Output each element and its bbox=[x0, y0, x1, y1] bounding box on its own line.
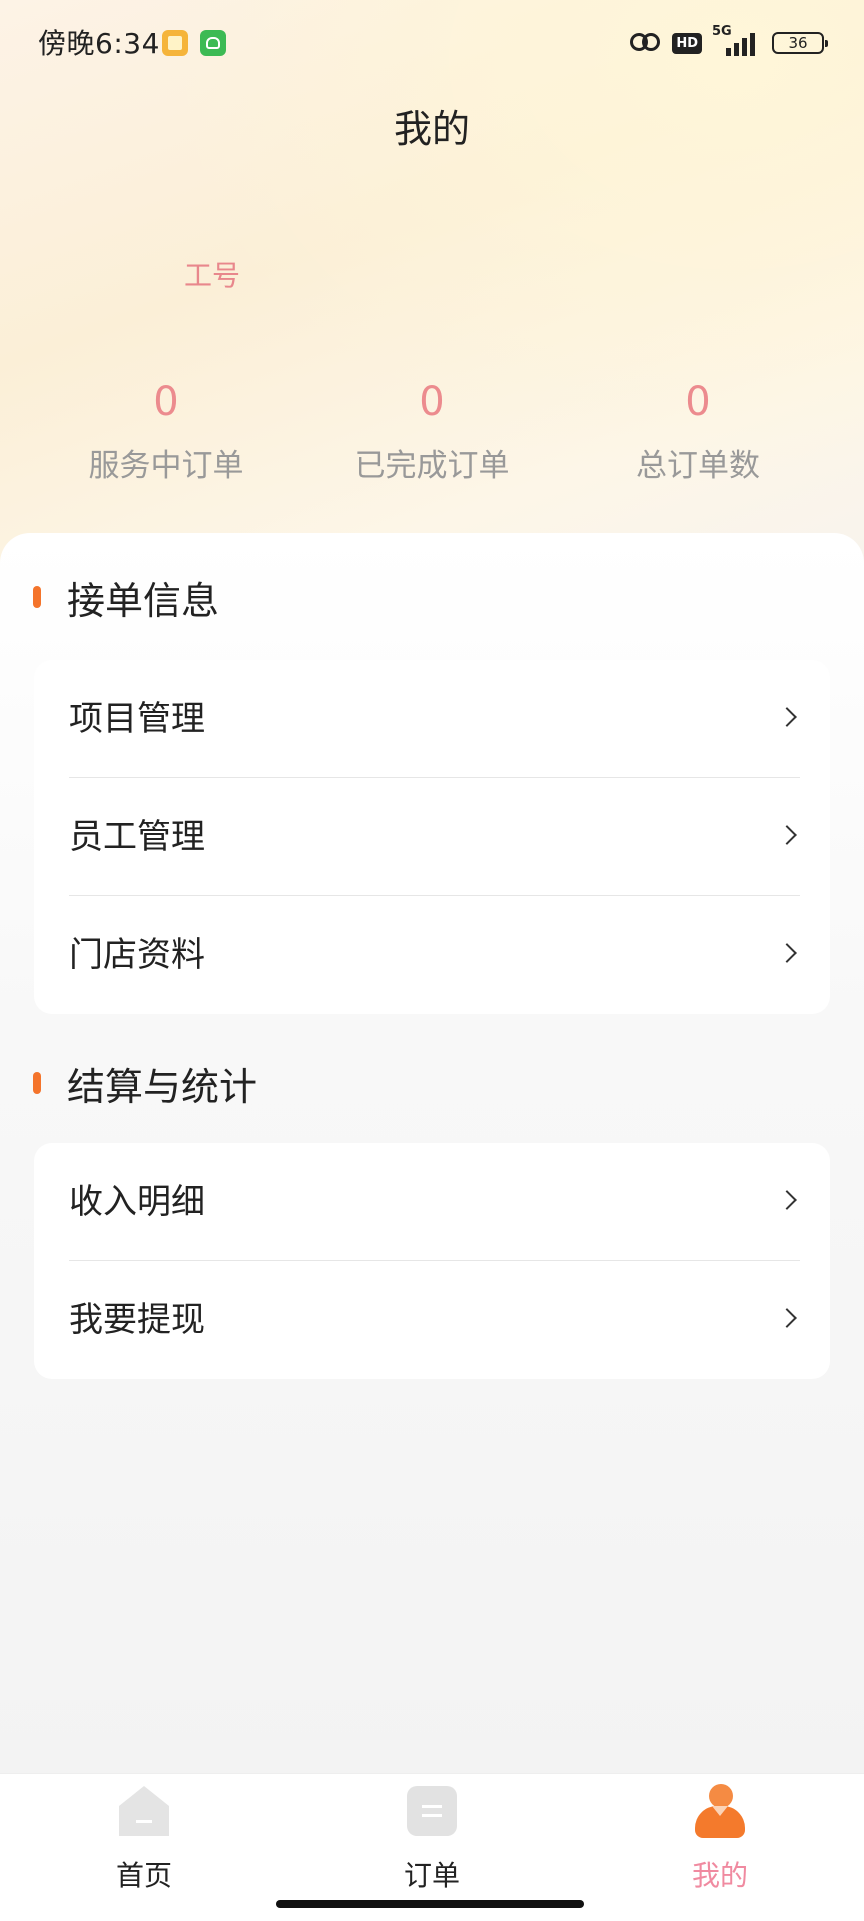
chevron-right-icon bbox=[777, 943, 797, 963]
hd-icon: HD bbox=[672, 32, 702, 54]
menu-item-label: 收入明细 bbox=[69, 1182, 205, 1222]
settlement-card: 收入明细 我要提现 bbox=[34, 1143, 830, 1379]
status-time: 傍晚6:34 bbox=[38, 27, 160, 60]
tab-home[interactable]: 首页 bbox=[54, 1774, 234, 1894]
stat-value: 0 bbox=[419, 379, 445, 425]
status-bar: 傍晚6:34 HD 5G 36 bbox=[0, 0, 864, 84]
menu-item-label: 我要提现 bbox=[69, 1300, 205, 1340]
section-marker bbox=[33, 1072, 41, 1094]
stat-label: 总订单数 bbox=[636, 448, 760, 484]
header-background bbox=[0, 0, 864, 600]
section-title: 结算与统计 bbox=[67, 1064, 258, 1109]
battery-level: 36 bbox=[788, 34, 808, 52]
tab-label: 订单 bbox=[403, 1859, 460, 1892]
stat-total[interactable]: 0 总订单数 bbox=[568, 372, 828, 485]
chevron-right-icon bbox=[777, 825, 797, 845]
menu-item-label: 员工管理 bbox=[69, 817, 205, 857]
order-stats: 0 服务中订单 0 已完成订单 0 总订单数 bbox=[0, 372, 864, 492]
battery-icon: 36 bbox=[772, 32, 828, 54]
bottom-tab-bar: 首页 订单 我的 bbox=[0, 1773, 864, 1921]
tab-label: 首页 bbox=[115, 1859, 172, 1892]
gallery-notification-icon bbox=[162, 30, 188, 56]
tab-orders[interactable]: 订单 bbox=[342, 1774, 522, 1894]
menu-item-staff-management[interactable]: 员工管理 bbox=[34, 778, 830, 896]
section-title: 接单信息 bbox=[67, 578, 220, 623]
stat-value: 0 bbox=[685, 379, 711, 425]
stat-label: 已完成订单 bbox=[354, 448, 510, 484]
network-type: 5G bbox=[712, 24, 732, 39]
section-settlement-header: 结算与统计 bbox=[33, 1058, 258, 1109]
menu-item-label: 项目管理 bbox=[69, 699, 205, 739]
home-indicator[interactable] bbox=[276, 1900, 584, 1908]
worker-id-label: 工号 bbox=[184, 259, 241, 292]
menu-item-store-info[interactable]: 门店资料 bbox=[34, 896, 830, 1014]
stat-completed[interactable]: 0 已完成订单 bbox=[302, 372, 562, 485]
menu-item-label: 门店资料 bbox=[69, 935, 205, 975]
menu-item-income-details[interactable]: 收入明细 bbox=[34, 1143, 830, 1261]
hotspot-link-icon bbox=[630, 31, 662, 55]
tab-me[interactable]: 我的 bbox=[630, 1774, 810, 1894]
stat-value: 0 bbox=[153, 379, 179, 425]
page-title: 我的 bbox=[393, 107, 470, 151]
home-icon bbox=[119, 1786, 169, 1836]
stat-label: 服务中订单 bbox=[88, 448, 244, 484]
chevron-right-icon bbox=[777, 707, 797, 727]
section-marker bbox=[33, 586, 41, 608]
chevron-right-icon bbox=[777, 1308, 797, 1328]
profile-icon bbox=[695, 1784, 745, 1838]
order-info-card: 项目管理 员工管理 门店资料 bbox=[34, 660, 830, 1014]
menu-item-withdraw[interactable]: 我要提现 bbox=[34, 1261, 830, 1379]
status-icons: HD 5G 36 bbox=[630, 24, 828, 60]
chevron-right-icon bbox=[777, 1190, 797, 1210]
menu-item-project-management[interactable]: 项目管理 bbox=[34, 660, 830, 778]
stat-in-service[interactable]: 0 服务中订单 bbox=[36, 372, 296, 485]
section-order-info-header: 接单信息 bbox=[33, 572, 220, 623]
app-notification-icon bbox=[200, 30, 226, 56]
orders-icon bbox=[407, 1786, 457, 1836]
signal-icon: 5G bbox=[712, 24, 762, 58]
tab-label: 我的 bbox=[691, 1859, 748, 1892]
